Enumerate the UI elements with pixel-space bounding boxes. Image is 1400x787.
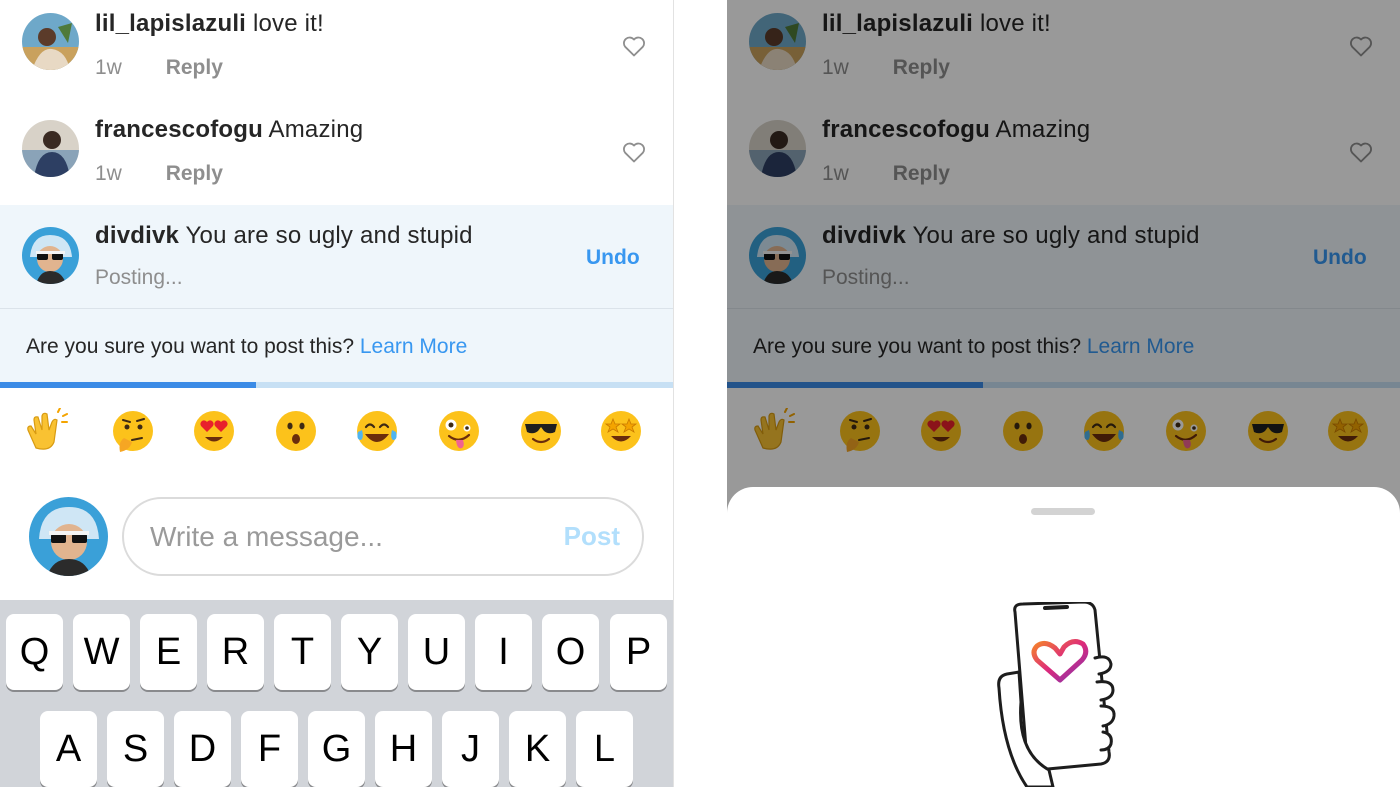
key-g[interactable]: G xyxy=(308,711,365,787)
key-e[interactable]: E xyxy=(140,614,197,690)
message-composer: Post xyxy=(122,497,644,576)
tears-of-joy-icon[interactable] xyxy=(354,408,400,454)
reply-button[interactable]: Reply xyxy=(166,162,223,185)
comments-screen-right: lil_lapislazuli love it! 1w Reply france… xyxy=(727,0,1400,787)
key-s[interactable]: S xyxy=(107,711,164,787)
avatar[interactable] xyxy=(22,13,79,70)
panel-divider xyxy=(673,0,674,787)
pending-comment-row: divdivk You are so ugly and stupid Posti… xyxy=(0,205,673,309)
comment-row: francescofogu Amazing 1w Reply xyxy=(0,104,673,208)
key-k[interactable]: K xyxy=(509,711,566,787)
key-i[interactable]: I xyxy=(475,614,532,690)
posting-progress-fill xyxy=(0,382,256,388)
sheet-drag-handle[interactable] xyxy=(1031,508,1095,515)
key-j[interactable]: J xyxy=(442,711,499,787)
hand-holding-phone-heart-icon xyxy=(997,602,1116,787)
key-h[interactable]: H xyxy=(375,711,432,787)
onscreen-keyboard: Q W E R T Y U I O P A S D F G H J K L xyxy=(0,600,673,787)
posting-status: Posting... xyxy=(95,266,183,289)
key-d[interactable]: D xyxy=(174,711,231,787)
comment-body: love it! xyxy=(252,10,324,37)
comment-meta: 1w Reply xyxy=(95,56,223,80)
key-o[interactable]: O xyxy=(542,614,599,690)
star-struck-icon[interactable] xyxy=(598,408,644,454)
emoji-quick-reactions xyxy=(0,408,673,464)
key-t[interactable]: T xyxy=(274,614,331,690)
reply-button[interactable]: Reply xyxy=(166,56,223,79)
key-y[interactable]: Y xyxy=(341,614,398,690)
post-warning-banner: Are you sure you want to post this? Lear… xyxy=(0,309,673,388)
bottom-sheet xyxy=(727,487,1400,787)
comment-username[interactable]: lil_lapislazuli xyxy=(95,10,246,37)
posting-progress-bar xyxy=(0,382,673,388)
comment-username[interactable]: divdivk xyxy=(95,222,179,249)
heart-eyes-icon[interactable] xyxy=(191,408,237,454)
thinking-face-icon[interactable] xyxy=(110,408,156,454)
comment-age: 1w xyxy=(95,162,122,185)
like-heart-icon[interactable] xyxy=(622,141,646,163)
comment-text: divdivk You are so ugly and stupid xyxy=(95,222,473,250)
comment-meta: 1w Reply xyxy=(95,162,223,186)
comment-username[interactable]: francescofogu xyxy=(95,116,263,143)
key-f[interactable]: F xyxy=(241,711,298,787)
key-p[interactable]: P xyxy=(610,614,667,690)
key-l[interactable]: L xyxy=(576,711,633,787)
message-input[interactable] xyxy=(150,517,540,557)
avatar[interactable] xyxy=(22,120,79,177)
key-w[interactable]: W xyxy=(73,614,130,690)
post-button[interactable]: Post xyxy=(564,521,620,552)
warning-message: Are you sure you want to post this? xyxy=(26,335,355,358)
avatar[interactable] xyxy=(22,227,79,284)
warning-text: Are you sure you want to post this? Lear… xyxy=(26,335,467,359)
key-q[interactable]: Q xyxy=(6,614,63,690)
comments-screen-left: lil_lapislazuli love it! 1w Reply france… xyxy=(0,0,673,787)
comment-row: lil_lapislazuli love it! 1w Reply xyxy=(0,0,673,104)
own-avatar xyxy=(29,497,108,576)
surprised-face-icon[interactable] xyxy=(273,408,319,454)
comment-body: You are so ugly and stupid xyxy=(185,222,473,249)
zany-face-icon[interactable] xyxy=(436,408,482,454)
undo-button[interactable]: Undo xyxy=(586,246,640,270)
key-u[interactable]: U xyxy=(408,614,465,690)
like-heart-icon[interactable] xyxy=(622,35,646,57)
comment-age: 1w xyxy=(95,56,122,79)
comment-text: francescofogu Amazing xyxy=(95,116,363,144)
key-a[interactable]: A xyxy=(40,711,97,787)
sunglasses-face-icon[interactable] xyxy=(518,408,564,454)
comment-body: Amazing xyxy=(268,116,364,143)
comment-text: lil_lapislazuli love it! xyxy=(95,10,324,38)
learn-more-link[interactable]: Learn More xyxy=(360,335,467,358)
key-r[interactable]: R xyxy=(207,614,264,690)
clapping-hands-icon[interactable] xyxy=(22,408,68,454)
